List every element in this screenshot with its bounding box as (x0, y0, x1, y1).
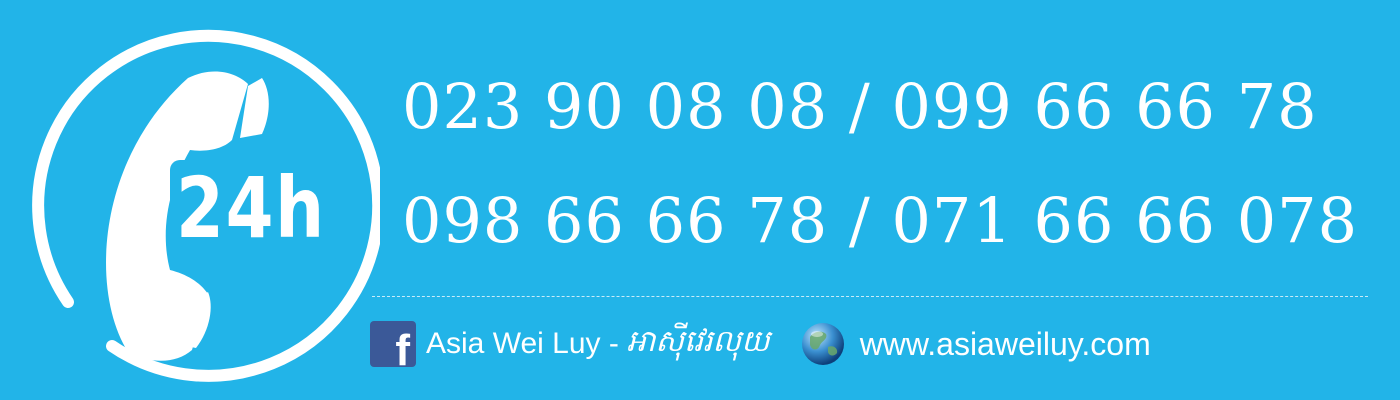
website-link[interactable]: www.asiaweiluy.com (860, 326, 1151, 363)
globe-icon (801, 323, 844, 365)
facebook-page-name-khmer[interactable]: អាស៊ីវេរលុយ (627, 322, 770, 366)
phone-line-1[interactable]: 023 90 08 08 / 099 66 66 78 (402, 76, 1392, 138)
badge-24h-text: 24h (176, 159, 326, 257)
phone-line-2[interactable]: 098 66 66 78 / 071 66 66 078 (402, 190, 1392, 252)
footer-bar: f Asia Wei Luy - អាស៊ីវេរលុយ www.asiawei… (370, 318, 1151, 373)
phone-numbers: 023 90 08 08 / 099 66 66 78 098 66 66 78… (402, 76, 1392, 304)
dashed-divider (372, 296, 1368, 297)
contact-banner: 24h 023 90 08 08 / 099 66 66 78 098 66 6… (0, 0, 1400, 400)
facebook-icon[interactable]: f (370, 321, 416, 373)
facebook-page-name[interactable]: Asia Wei Luy - (426, 327, 619, 361)
